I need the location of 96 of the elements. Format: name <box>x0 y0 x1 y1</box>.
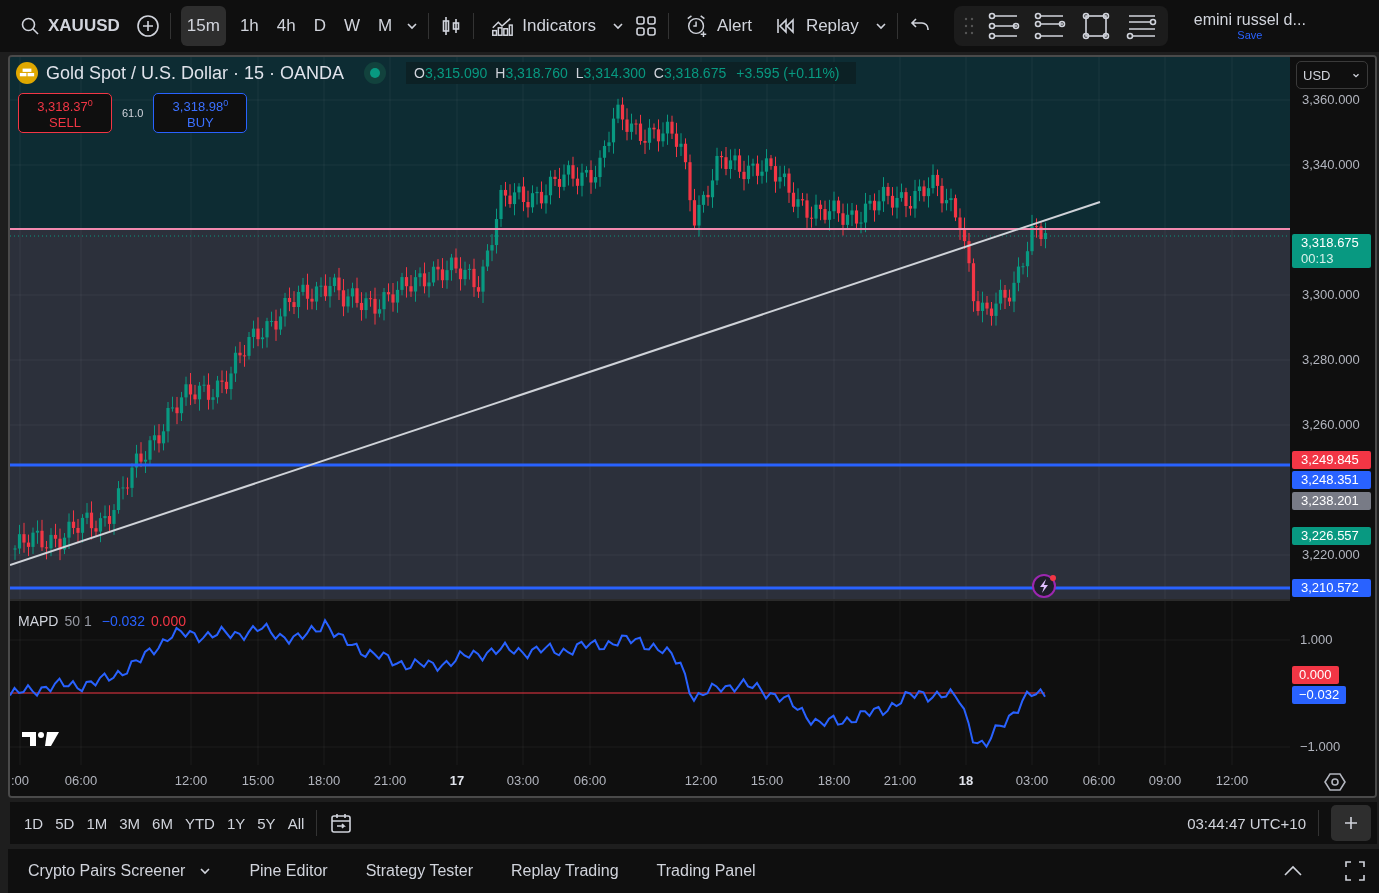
panel-tab[interactable]: Replay Trading <box>510 862 619 880</box>
range-button[interactable]: 5D <box>55 814 75 832</box>
indicator-tick: −1.000 <box>1300 739 1341 754</box>
ohlc-key: H <box>495 65 506 81</box>
spread-value: 61.0 <box>122 107 144 119</box>
panel-tab[interactable]: Crypto Pairs Screener <box>28 862 212 880</box>
price-tick: 3,300.000 <box>1302 287 1360 302</box>
settings-icon[interactable] <box>1324 771 1346 793</box>
price-tick: 3,220.000 <box>1302 547 1360 562</box>
indicator-value: 0.000 <box>150 613 186 629</box>
collapse-button[interactable] <box>1331 805 1371 841</box>
drag-handle-icon[interactable] <box>963 16 974 36</box>
lightning-badge-icon[interactable] <box>1032 574 1056 598</box>
time-label: 15:00 <box>749 773 785 788</box>
time-label: 06:00 <box>572 773 608 788</box>
price-label: 3,238.201 <box>1292 492 1371 510</box>
time-label: 21:00 <box>882 773 918 788</box>
price-label: 3,249.845 <box>1292 451 1371 469</box>
interval-button[interactable]: M <box>374 6 397 46</box>
range-button[interactable]: 1D <box>24 814 44 832</box>
price-tick: 3,340.000 <box>1302 157 1360 172</box>
range-button[interactable]: 1Y <box>226 814 246 832</box>
interval-button[interactable]: 15m <box>180 6 226 46</box>
panel-tab[interactable]: Pine Editor <box>249 862 328 880</box>
time-label: 18 <box>957 773 975 788</box>
currency-dropdown[interactable]: USD <box>1296 61 1368 89</box>
ingot-icon <box>16 62 38 84</box>
layout-menu[interactable]: emini russel d... Save <box>1187 6 1312 46</box>
range-button[interactable]: 5Y <box>257 814 276 832</box>
price-tick: 3,280.000 <box>1302 352 1360 367</box>
indicator-name: MAPD <box>18 613 59 629</box>
time-label: 15:00 <box>240 773 276 788</box>
horizontal-lines-icon[interactable] <box>1125 12 1158 40</box>
panel-tab[interactable]: Strategy Tester <box>365 862 473 880</box>
indicators-button[interactable]: Indicators <box>484 6 602 46</box>
range-button[interactable]: YTD <box>184 814 215 832</box>
ohlc-key: L <box>575 65 584 81</box>
ohlc-key: C <box>653 65 664 81</box>
time-label: 12:00 <box>173 773 209 788</box>
interval-button[interactable]: D <box>309 6 330 46</box>
interval-button[interactable]: 1h <box>235 6 263 46</box>
maximize-icon[interactable] <box>1343 859 1367 883</box>
symbol-search[interactable]: XAUUSD <box>14 6 126 46</box>
logo-icon <box>22 732 59 746</box>
clock[interactable]: 03:44:47 UTC+10 <box>1187 814 1306 832</box>
add-circle-icon[interactable] <box>135 14 160 38</box>
price-label: 3,210.572 <box>1292 579 1371 597</box>
time-label: 18:00 <box>816 773 852 788</box>
range-button[interactable]: 3M <box>119 814 141 832</box>
parallel-channel-icon[interactable] <box>987 12 1020 40</box>
time-label: 12:00 <box>1214 773 1250 788</box>
sell-button[interactable]: 3,318.37$^{0}$ SELL <box>18 93 112 133</box>
ohlc-key: O <box>414 65 425 81</box>
time-label: 03:00 <box>505 773 541 788</box>
chevron-down-icon[interactable] <box>611 20 624 32</box>
chevron-down-icon[interactable] <box>406 20 419 32</box>
panel-tab[interactable]: Trading Panel <box>656 862 756 880</box>
time-label: 03:00 <box>1014 773 1050 788</box>
indicator-params: 50 1 <box>64 613 92 629</box>
time-label: 12:00 <box>683 773 719 788</box>
range-button[interactable]: 6M <box>152 814 173 832</box>
price-tick: 3,260.000 <box>1302 417 1360 432</box>
price-change: +3.595 (+0.11%) <box>736 65 840 81</box>
price-label: 3,248.351 <box>1292 471 1371 489</box>
indicator-label: −0.032 <box>1292 686 1347 704</box>
interval-button[interactable]: W <box>340 6 365 46</box>
ohlc-value: 3,318.675 <box>663 65 727 81</box>
symbol-title[interactable]: Gold Spot / U.S. Dollar · 15 · OANDA <box>46 62 345 84</box>
search-icon <box>20 16 40 36</box>
price-label: 3,318.675 00:13 <box>1292 234 1371 268</box>
indicator-tick: 1.000 <box>1300 632 1333 647</box>
time-label: 21:00 <box>372 773 408 788</box>
indicator-label: 0.000 <box>1292 666 1339 684</box>
pitchfork-icon[interactable] <box>1033 12 1066 40</box>
interval-button[interactable]: 4h <box>272 6 300 46</box>
grid-icon[interactable] <box>633 14 658 38</box>
time-label: 17 <box>448 773 466 788</box>
indicator-value: −0.032 <box>101 613 145 629</box>
chevron-down-icon[interactable] <box>874 20 887 32</box>
time-label: :00 <box>10 773 31 788</box>
buy-button[interactable]: 3,318.98$^{0}$ BUY <box>153 93 248 133</box>
replay-button[interactable]: Replay <box>767 6 865 46</box>
price-label: 3,226.557 <box>1292 527 1371 545</box>
ohlc-value: 3,318.760 <box>505 65 568 81</box>
time-label: 09:00 <box>1147 773 1183 788</box>
chevron-down-icon <box>199 865 212 877</box>
range-button[interactable]: 1M <box>86 814 108 832</box>
time-label: 06:00 <box>1081 773 1117 788</box>
time-label: 06:00 <box>63 773 99 788</box>
price-tick: 3,360.000 <box>1302 92 1360 107</box>
ohlc-value: 3,314.300 <box>583 65 646 81</box>
alert-button[interactable]: Alert <box>678 6 758 46</box>
ohlc-value: 3,315.090 <box>425 65 488 81</box>
range-button[interactable]: All <box>287 814 305 832</box>
time-label: 18:00 <box>306 773 342 788</box>
calendar-icon[interactable] <box>329 811 354 835</box>
